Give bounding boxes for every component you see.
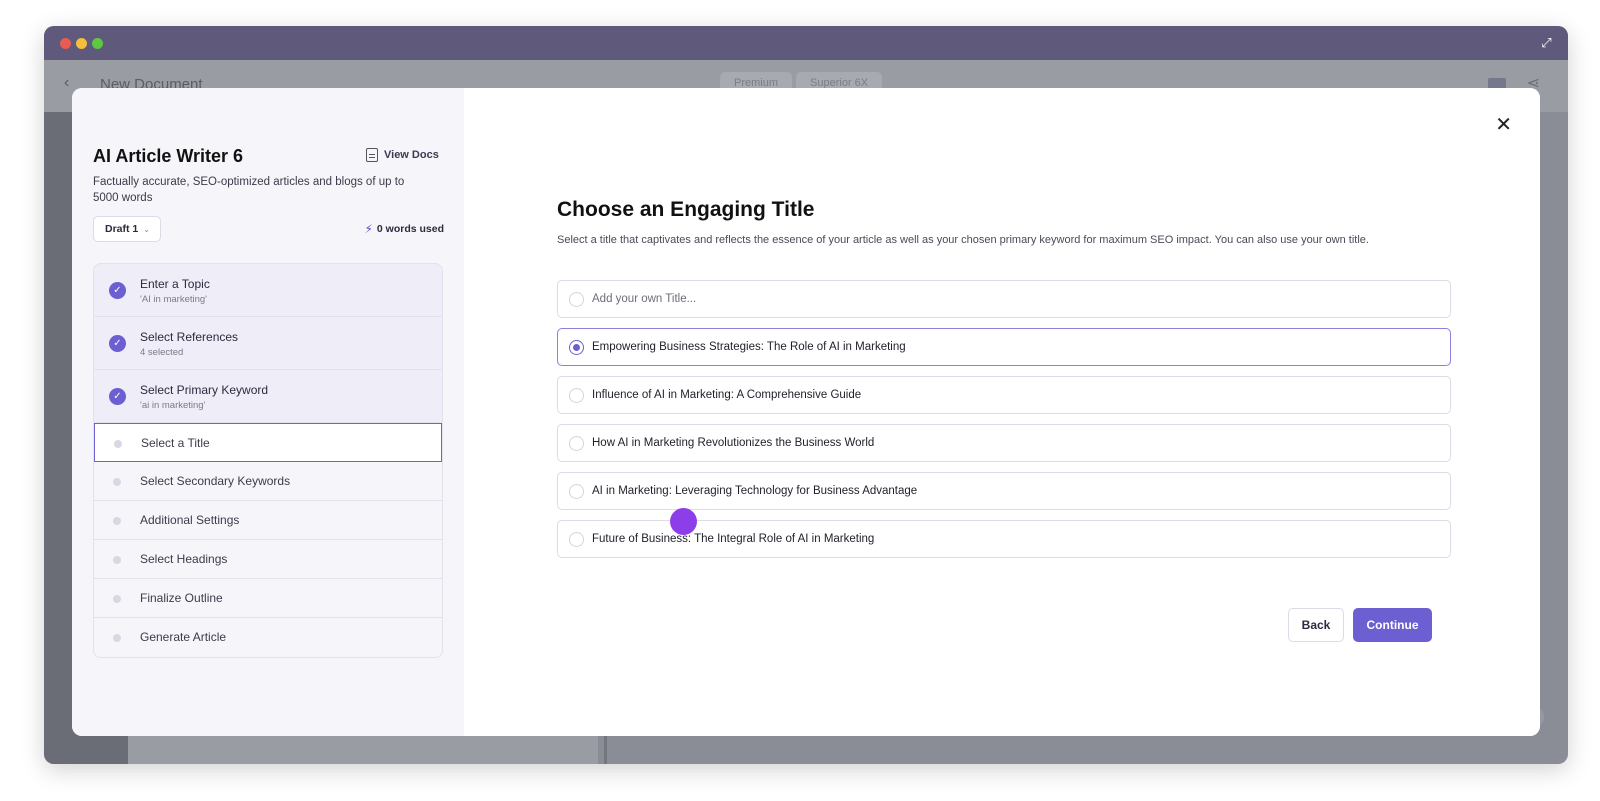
radio-button[interactable] xyxy=(569,531,584,547)
step-select-secondary-keywords: Select Secondary Keywords xyxy=(94,462,442,501)
words-used: ⚡ 0 words used xyxy=(364,222,444,236)
step-additional-settings: Additional Settings xyxy=(94,501,442,540)
chevron-down-icon: ⌄ xyxy=(143,224,150,234)
step-generate-article: Generate Article xyxy=(94,618,442,657)
back-button[interactable]: Back xyxy=(1288,608,1344,642)
check-icon: ✓ xyxy=(109,388,126,405)
back-arrow-icon: ‹ xyxy=(64,74,70,91)
step-label: Enter a Topic xyxy=(140,277,210,291)
tool-description: Factually accurate, SEO-optimized articl… xyxy=(93,176,405,204)
step-label: Finalize Outline xyxy=(140,591,223,605)
step-detail: 'AI in marketing' xyxy=(140,294,207,305)
wizard-sidebar: AI Article Writer 6 View Docs Factually … xyxy=(72,88,464,736)
view-docs-link[interactable]: View Docs xyxy=(366,148,439,162)
close-window-button[interactable] xyxy=(60,38,71,49)
article-writer-modal: AI Article Writer 6 View Docs Factually … xyxy=(72,88,1540,736)
step-label: Select References xyxy=(140,330,239,344)
step-dot-icon xyxy=(113,634,121,642)
title-option-label: Empowering Business Strategies: The Role… xyxy=(592,341,906,353)
document-icon xyxy=(366,148,378,162)
title-option-label: Future of Business: The Integral Role of… xyxy=(592,533,875,545)
step-select-headings: Select Headings xyxy=(94,540,442,579)
title-option[interactable]: How AI in Marketing Revolutionizes the B… xyxy=(557,424,1451,462)
title-selection-panel: ✕ Choose an Engaging Title Select a titl… xyxy=(464,88,1540,736)
step-label: Additional Settings xyxy=(140,513,240,527)
check-icon: ✓ xyxy=(109,335,126,352)
step-detail: 4 selected xyxy=(140,347,184,358)
step-finalize-outline: Finalize Outline xyxy=(94,579,442,618)
check-icon: ✓ xyxy=(109,282,126,299)
step-select-primary-keyword[interactable]: ✓ Select Primary Keyword 'ai in marketin… xyxy=(94,370,442,423)
step-label: Select Primary Keyword xyxy=(140,383,269,397)
title-option[interactable]: AI in Marketing: Leveraging Technology f… xyxy=(557,472,1451,510)
radio-button[interactable] xyxy=(569,387,584,403)
fullscreen-icon[interactable]: ⤢ xyxy=(1539,35,1554,50)
radio-button[interactable] xyxy=(569,483,584,499)
radio-button[interactable] xyxy=(569,339,584,355)
step-dot-icon xyxy=(113,595,121,603)
view-docs-label: View Docs xyxy=(384,149,439,161)
title-option-label: Influence of AI in Marketing: A Comprehe… xyxy=(592,389,862,401)
page-title: Choose an Engaging Title xyxy=(557,198,815,221)
maximize-window-button[interactable] xyxy=(92,38,103,49)
step-label: Generate Article xyxy=(140,630,227,644)
minimize-window-button[interactable] xyxy=(76,38,87,49)
bolt-icon: ⚡ xyxy=(364,222,373,236)
step-detail: 'ai in marketing' xyxy=(140,400,206,411)
draft-select[interactable]: Draft 1 ⌄ xyxy=(93,216,161,242)
step-dot-icon xyxy=(114,440,122,448)
step-dot-icon xyxy=(113,556,121,564)
step-label: Select Headings xyxy=(140,552,228,566)
step-dot-icon xyxy=(113,517,121,525)
step-select-references[interactable]: ✓ Select References 4 selected xyxy=(94,317,442,370)
title-option-label: AI in Marketing: Leveraging Technology f… xyxy=(592,485,918,497)
step-select-title[interactable]: Select a Title xyxy=(94,423,442,462)
page-description: Select a title that captivates and refle… xyxy=(557,234,1369,246)
cursor-indicator xyxy=(670,508,697,535)
words-used-label: 0 words used xyxy=(376,223,444,235)
tool-title: AI Article Writer 6 xyxy=(93,146,244,166)
title-option[interactable]: Influence of AI in Marketing: A Comprehe… xyxy=(557,376,1451,414)
step-dot-icon xyxy=(113,478,121,486)
title-option-label: How AI in Marketing Revolutionizes the B… xyxy=(592,437,875,449)
title-option[interactable]: Empowering Business Strategies: The Role… xyxy=(557,328,1451,366)
step-label: Select a Title xyxy=(141,436,210,450)
continue-button[interactable]: Continue xyxy=(1353,608,1432,642)
draft-select-value: Draft 1 xyxy=(105,223,139,235)
wizard-steps: ✓ Enter a Topic 'AI in marketing' ✓ Sele… xyxy=(93,263,443,658)
radio-button[interactable] xyxy=(569,291,584,307)
radio-button[interactable] xyxy=(569,435,584,451)
own-title-placeholder: Add your own Title... xyxy=(592,293,697,305)
step-enter-topic[interactable]: ✓ Enter a Topic 'AI in marketing' xyxy=(94,264,442,317)
own-title-input[interactable]: Add your own Title... xyxy=(557,280,1451,318)
step-label: Select Secondary Keywords xyxy=(140,474,291,488)
window-titlebar: ⤢ xyxy=(44,26,1568,60)
close-modal-button[interactable]: ✕ xyxy=(1495,112,1512,137)
